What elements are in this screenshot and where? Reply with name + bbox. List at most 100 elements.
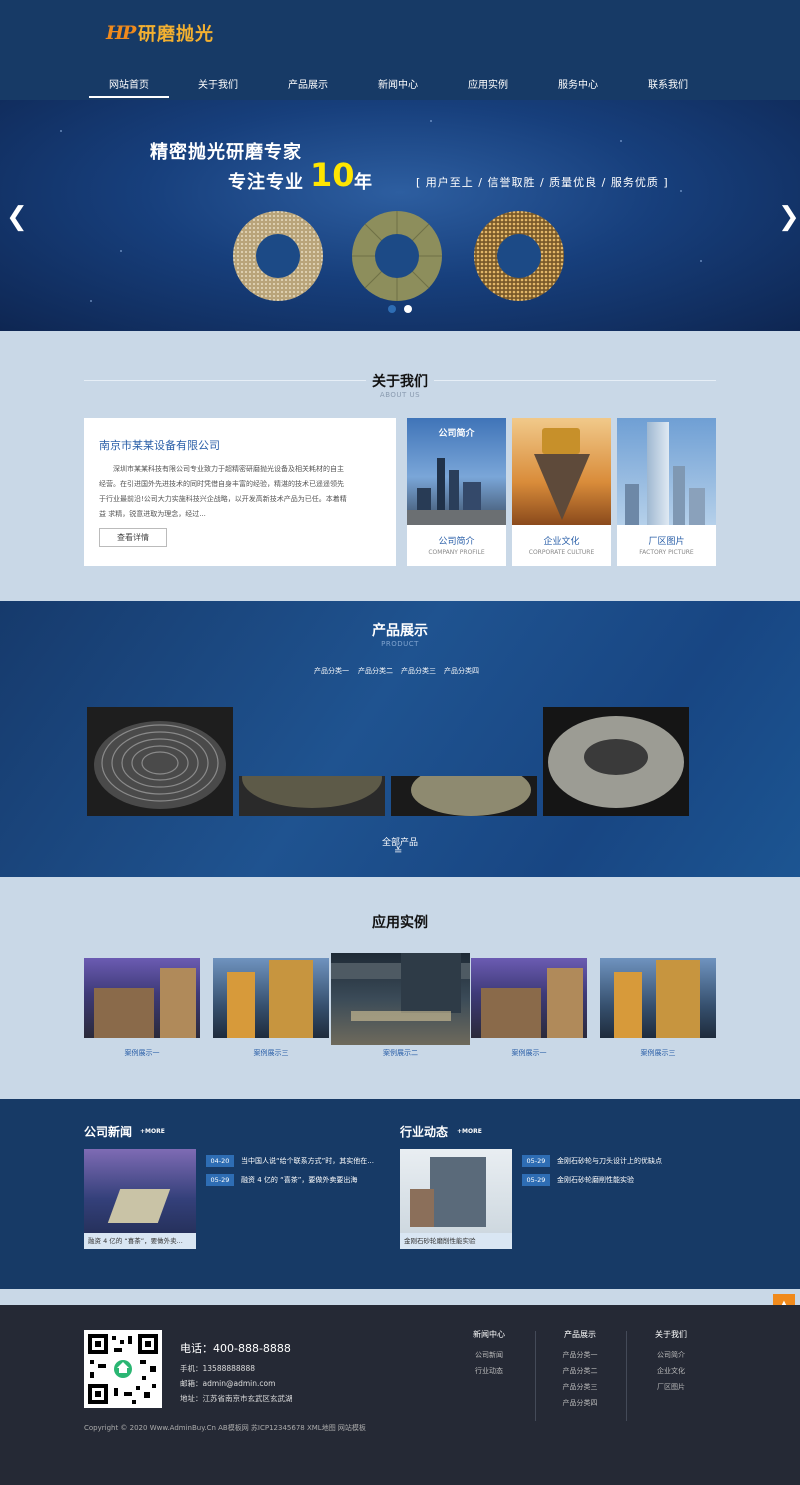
case-caption: 案例展示三 xyxy=(253,1049,289,1057)
product-image-3[interactable] xyxy=(391,776,537,816)
case-image xyxy=(213,958,329,1038)
about-text: 深圳市某某科技有限公司专业致力于超精密研磨抛光设备及相关耗材的自主经营。在引进国… xyxy=(99,465,347,518)
nav-service[interactable]: 服务中心 xyxy=(538,76,618,91)
about-tile-factory[interactable]: 厂区图片 FACTORY PICTURE xyxy=(617,418,716,566)
nav-cases[interactable]: 应用实例 xyxy=(448,76,528,91)
news-date: 05-29 xyxy=(522,1155,550,1167)
product-section: 产品展示 PRODUCT 产品分类一 产品分类二 产品分类三 产品分类四 全部产… xyxy=(0,601,800,877)
footer-copyright: Copyright © 2020 Www.AdminBuy.Cn AB模板网 苏… xyxy=(84,1424,366,1432)
banner-years-number: 10 xyxy=(310,156,355,194)
product-image-1[interactable] xyxy=(87,707,233,816)
nav-about[interactable]: 关于我们 xyxy=(178,76,258,91)
cases-title: 应用实例 xyxy=(372,915,428,931)
footer-phone: 电话：400-888-8888 xyxy=(180,1342,291,1355)
company-news-more-link[interactable]: +MORE xyxy=(140,1128,165,1135)
product-subtitle: PRODUCT xyxy=(381,640,419,648)
culture-image xyxy=(512,418,611,525)
case-caption: 案例展示三 xyxy=(640,1049,676,1057)
company-news-thumb[interactable]: 融资 4 亿的 “喜茶”，要做外卖... xyxy=(84,1149,196,1249)
case-item[interactable]: 案例展示一 xyxy=(471,958,587,1058)
tile-title: 厂区图片 xyxy=(648,537,685,547)
hero-banner: 精密抛光研磨专家 专注专业 10 年 [ 用户至上 / 信誉取胜 / 质量优良 … xyxy=(0,100,800,331)
profile-image: 公司简介 xyxy=(407,418,506,525)
company-news-thumb-caption: 融资 4 亿的 “喜茶”，要做外卖... xyxy=(84,1233,196,1249)
footer-col-products-title[interactable]: 产品展示 xyxy=(550,1329,610,1340)
tile-title: 企业文化 xyxy=(543,537,580,547)
tile-subtitle: FACTORY PICTURE xyxy=(639,549,694,556)
about-tile-culture[interactable]: 企业文化 CORPORATE CULTURE xyxy=(512,418,611,566)
nav-home[interactable]: 网站首页 xyxy=(89,76,169,98)
footer-divider xyxy=(535,1331,536,1421)
footer-col-about-title[interactable]: 关于我们 xyxy=(641,1329,701,1340)
banner-slogan: 精密抛光研磨专家 xyxy=(150,142,302,163)
tile-subtitle: CORPORATE CULTURE xyxy=(528,549,595,556)
nav-contact[interactable]: 联系我们 xyxy=(628,76,708,91)
tile-title: 公司简介 xyxy=(438,537,475,547)
about-title: 关于我们 xyxy=(0,371,800,391)
site-header: HP 研磨抛光 网站首页 关于我们 产品展示 新闻中心 应用实例 服务中心 联系… xyxy=(0,0,800,100)
product-category-1[interactable]: 产品分类一 xyxy=(314,666,349,676)
footer-link[interactable]: 产品分类一 xyxy=(550,1350,610,1360)
footer-mobile: 手机：13588888888 xyxy=(180,1364,255,1373)
industry-news-more-link[interactable]: +MORE xyxy=(457,1128,482,1135)
case-item-active[interactable]: 案例展示二 xyxy=(331,953,470,1058)
slide-dot-2[interactable] xyxy=(404,305,412,313)
about-card: 南京市某某设备有限公司 深圳市某某科技有限公司专业致力于超精密研磨抛光设备及相关… xyxy=(84,418,396,566)
view-details-button[interactable]: 查看详情 xyxy=(99,528,167,547)
industry-news-thumb-caption: 金刚石砂轮磨削性能实验 xyxy=(400,1233,512,1249)
chevron-double-down-icon[interactable]: ≚ xyxy=(394,846,402,857)
banner-years-unit: 年 xyxy=(354,172,372,193)
site-logo[interactable]: HP 研磨抛光 xyxy=(106,20,226,48)
banner-subslogan: 专注专业 xyxy=(228,172,304,193)
product-category-2[interactable]: 产品分类二 xyxy=(358,666,393,676)
footer-link[interactable]: 公司简介 xyxy=(641,1350,701,1360)
industry-news-thumb[interactable]: 金刚石砂轮磨削性能实验 xyxy=(400,1149,512,1249)
case-item[interactable]: 案例展示三 xyxy=(600,958,716,1058)
slide-dot-1[interactable] xyxy=(388,305,396,313)
footer-link[interactable]: 行业动态 xyxy=(459,1366,519,1376)
news-title: 融资 4 亿的 “喜茶”，要做外卖要出海 xyxy=(241,1176,358,1184)
polishing-discs-image xyxy=(233,211,564,301)
product-category-4[interactable]: 产品分类四 xyxy=(444,666,479,676)
product-image-4[interactable] xyxy=(543,707,689,816)
footer-link[interactable]: 企业文化 xyxy=(641,1366,701,1376)
banner-next-arrow[interactable]: ❯ xyxy=(778,202,800,232)
news-date: 05-29 xyxy=(206,1174,234,1186)
footer-address: 地址：江苏省南京市玄武区玄武湖 xyxy=(180,1394,293,1403)
product-category-3[interactable]: 产品分类三 xyxy=(401,666,436,676)
site-footer: 电话：400-888-8888 手机：13588888888 邮箱：admin@… xyxy=(0,1305,800,1485)
nav-products[interactable]: 产品展示 xyxy=(268,76,348,91)
news-date: 04-20 xyxy=(206,1155,234,1167)
case-caption: 案例展示二 xyxy=(383,1049,418,1057)
case-image xyxy=(471,958,587,1038)
news-title: 当中国人说“给个联系方式”时，其实他在... xyxy=(241,1157,374,1165)
case-image xyxy=(331,953,470,1045)
footer-col-news-title[interactable]: 新闻中心 xyxy=(459,1329,519,1340)
product-image-2[interactable] xyxy=(239,776,385,816)
footer-link[interactable]: 产品分类二 xyxy=(550,1366,610,1376)
case-image xyxy=(84,958,200,1038)
footer-email: 邮箱：admin@admin.com xyxy=(180,1379,276,1388)
footer-link[interactable]: 产品分类四 xyxy=(550,1398,610,1408)
company-name[interactable]: 南京市某某设备有限公司 xyxy=(99,437,220,453)
banner-tagline: [ 用户至上 / 信誉取胜 / 质量优良 / 服务优质 ] xyxy=(416,176,669,189)
case-item[interactable]: 案例展示三 xyxy=(213,958,329,1058)
banner-prev-arrow[interactable]: ❮ xyxy=(6,202,28,232)
qr-code xyxy=(84,1330,162,1408)
news-date: 05-29 xyxy=(522,1174,550,1186)
footer-link[interactable]: 产品分类三 xyxy=(550,1382,610,1392)
logo-mark: HP xyxy=(106,22,136,44)
about-subtitle: ABOUT US xyxy=(379,391,421,399)
case-item[interactable]: 案例展示一 xyxy=(84,958,200,1058)
footer-link[interactable]: 公司新闻 xyxy=(459,1350,519,1360)
about-tile-profile[interactable]: 公司简介 公司简介 COMPANY PROFILE xyxy=(407,418,506,566)
news-title: 金刚石砂轮磨削性能实验 xyxy=(557,1176,634,1184)
footer-divider xyxy=(626,1331,627,1421)
nav-news[interactable]: 新闻中心 xyxy=(358,76,438,91)
case-caption: 案例展示一 xyxy=(511,1049,547,1057)
tile-subtitle: COMPANY PROFILE xyxy=(428,549,485,556)
factory-image xyxy=(617,418,716,525)
company-news-title: 公司新闻 xyxy=(84,1125,133,1139)
main-nav: 网站首页 关于我们 产品展示 新闻中心 应用实例 服务中心 联系我们 xyxy=(0,68,800,100)
footer-link[interactable]: 厂区图片 xyxy=(641,1382,701,1392)
